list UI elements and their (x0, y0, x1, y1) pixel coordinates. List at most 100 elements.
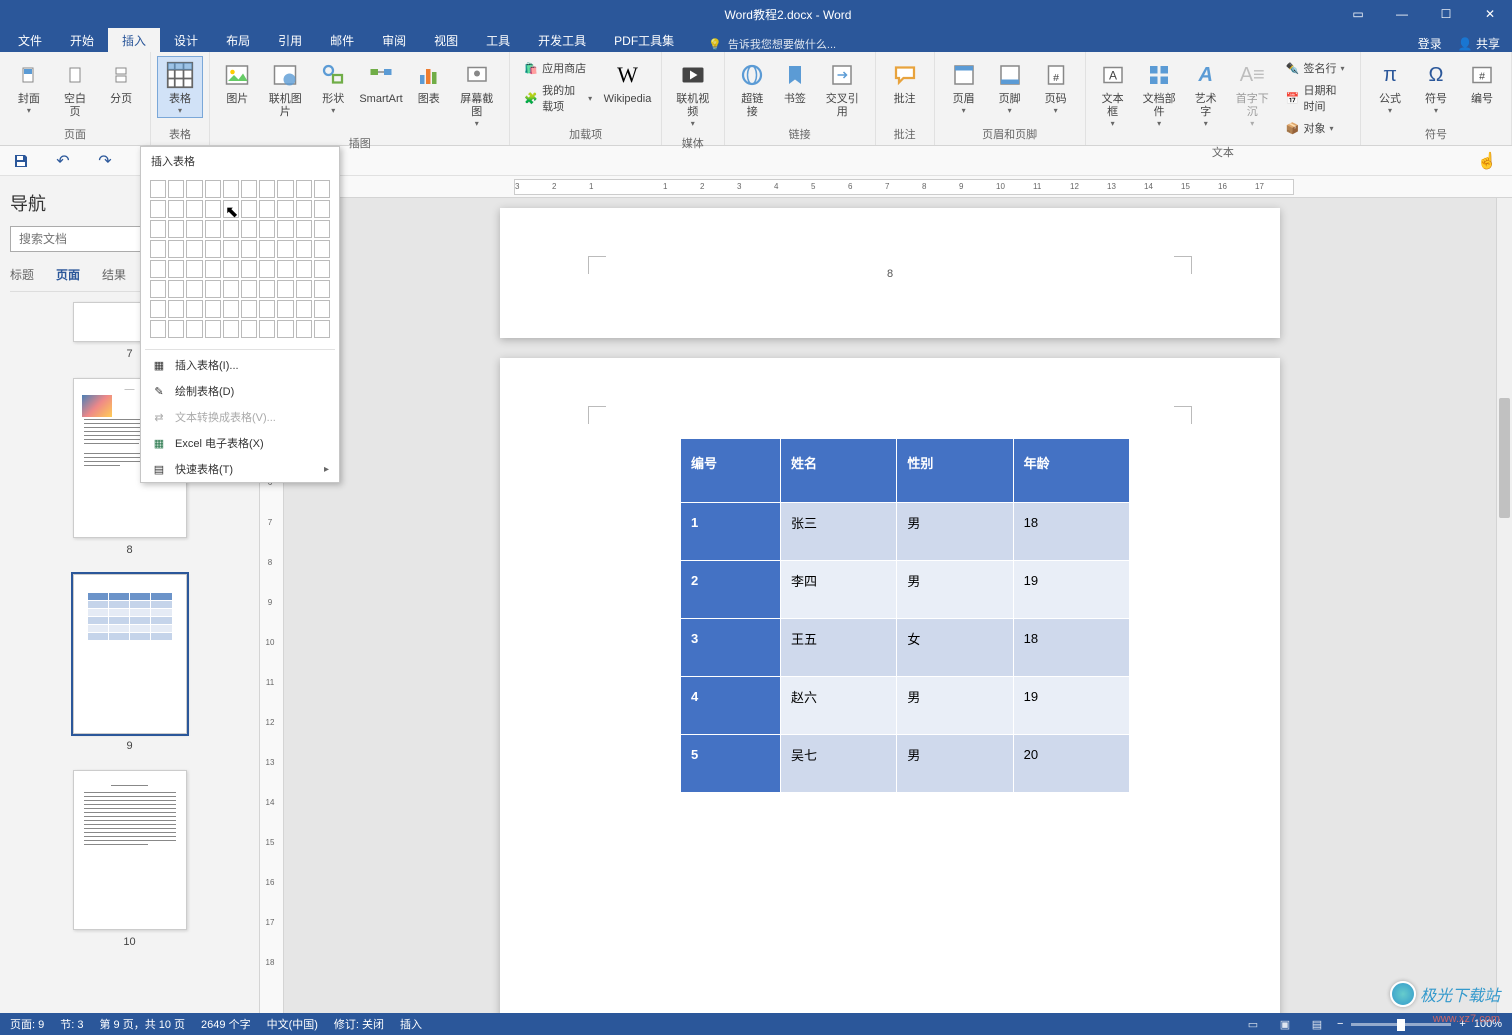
table-grid-cell[interactable] (314, 200, 330, 218)
table-grid-cell[interactable] (296, 220, 312, 238)
table-grid-cell[interactable] (168, 180, 184, 198)
redo-button[interactable]: ↷ (94, 150, 116, 172)
table-grid-cell[interactable] (241, 320, 257, 338)
my-addins-button[interactable]: 🧩我的加载项▾ (520, 80, 596, 116)
tab-file[interactable]: 文件 (4, 28, 56, 52)
table-cell[interactable]: 19 (1013, 677, 1129, 735)
textbox-button[interactable]: A文本框▾ (1092, 56, 1134, 131)
scrollbar-thumb[interactable] (1499, 398, 1510, 518)
table-grid-cell[interactable] (296, 260, 312, 278)
bookmark-button[interactable]: 书签 (774, 56, 816, 109)
table-grid-cell[interactable] (186, 220, 202, 238)
table-header-cell[interactable]: 姓名 (781, 439, 897, 503)
table-grid-cell[interactable] (259, 300, 275, 318)
table-grid-cell[interactable] (259, 180, 275, 198)
wordart-button[interactable]: A艺术字▾ (1185, 56, 1227, 131)
table-grid-cell[interactable] (314, 180, 330, 198)
table-cell[interactable]: 4 (681, 677, 781, 735)
number-button[interactable]: #编号 (1459, 56, 1505, 109)
table-grid-cell[interactable] (168, 240, 184, 258)
table-grid-cell[interactable] (241, 180, 257, 198)
table-header-cell[interactable]: 编号 (681, 439, 781, 503)
store-button[interactable]: 🛍️应用商店 (520, 58, 596, 78)
table-header-cell[interactable]: 年龄 (1013, 439, 1129, 503)
table-grid-cell[interactable] (168, 200, 184, 218)
table-grid-cell[interactable] (296, 280, 312, 298)
table-cell[interactable]: 2 (681, 561, 781, 619)
table-grid-cell[interactable] (150, 240, 166, 258)
table-grid-cell[interactable] (296, 300, 312, 318)
table-grid-cell[interactable] (223, 320, 239, 338)
table-grid-cell[interactable] (241, 260, 257, 278)
table-grid-cell[interactable] (223, 300, 239, 318)
parts-button[interactable]: 文档部件▾ (1134, 56, 1185, 131)
table-cell[interactable]: 王五 (781, 619, 897, 677)
share-button[interactable]: 👤 共享 (1458, 35, 1500, 52)
chart-button[interactable]: 图表 (407, 56, 450, 109)
insert-table-menu[interactable]: ▦插入表格(I)... (141, 352, 339, 378)
navtab-headings[interactable]: 标题 (10, 266, 34, 285)
crossref-button[interactable]: 交叉引用 (816, 56, 869, 122)
table-grid-cell[interactable] (296, 200, 312, 218)
table-grid-cell[interactable] (205, 220, 221, 238)
table-cell[interactable]: 19 (1013, 561, 1129, 619)
table-cell[interactable]: 1 (681, 503, 781, 561)
table-grid-cell[interactable] (223, 260, 239, 278)
undo-button[interactable]: ↶ (52, 150, 74, 172)
nav-thumb[interactable] (73, 770, 187, 930)
table-grid-cell[interactable] (296, 320, 312, 338)
datetime-button[interactable]: 📅日期和时间 (1282, 80, 1350, 116)
minimize-button[interactable]: — (1380, 0, 1424, 28)
tab-design[interactable]: 设计 (160, 28, 212, 52)
table-grid-cell[interactable] (205, 240, 221, 258)
online-picture-button[interactable]: 联机图片 (259, 56, 312, 122)
table-grid-cell[interactable] (241, 240, 257, 258)
table-grid-cell[interactable] (277, 280, 293, 298)
table-grid-cell[interactable] (259, 320, 275, 338)
pagenum-button[interactable]: #页码▾ (1033, 56, 1079, 118)
table-grid-cell[interactable] (186, 300, 202, 318)
table-row[interactable]: 2李四男19 (681, 561, 1130, 619)
status-insert[interactable]: 插入 (400, 1016, 422, 1032)
table-grid-cell[interactable] (314, 240, 330, 258)
zoom-out-button[interactable]: − (1337, 1018, 1343, 1030)
tab-references[interactable]: 引用 (264, 28, 316, 52)
save-button[interactable] (10, 150, 32, 172)
table-grid-cell[interactable] (205, 200, 221, 218)
symbol-button[interactable]: Ω符号▾ (1413, 56, 1459, 118)
page[interactable]: 编号姓名性别年龄 1张三男182李四男193王五女184赵六男195吴七男20 (500, 358, 1280, 1013)
table-grid-cell[interactable] (259, 200, 275, 218)
tab-pdf[interactable]: PDF工具集 (600, 28, 688, 52)
table-cell[interactable]: 吴七 (781, 735, 897, 793)
table-grid-cell[interactable] (168, 300, 184, 318)
table-row[interactable]: 1张三男18 (681, 503, 1130, 561)
table-grid-cell[interactable] (223, 200, 239, 218)
wikipedia-button[interactable]: WWikipedia (600, 56, 655, 109)
table-grid-cell[interactable] (186, 260, 202, 278)
status-lang[interactable]: 中文(中国) (267, 1016, 318, 1032)
login-link[interactable]: 登录 (1418, 35, 1442, 52)
quick-tables-menu[interactable]: ▤快速表格(T)▸ (141, 456, 339, 482)
table-grid-cell[interactable] (241, 220, 257, 238)
table-grid-cell[interactable] (186, 180, 202, 198)
ribbon-display-options-button[interactable]: ▭ (1336, 0, 1380, 28)
table-cell[interactable]: 男 (897, 677, 1013, 735)
table-grid-cell[interactable] (186, 200, 202, 218)
table-grid-cell[interactable] (168, 320, 184, 338)
table-grid-cell[interactable] (259, 260, 275, 278)
online-video-button[interactable]: 联机视频▾ (668, 56, 718, 131)
table-cell[interactable]: 20 (1013, 735, 1129, 793)
tell-me-search[interactable]: 💡 告诉我您想要做什么... (708, 36, 836, 52)
table-header-cell[interactable]: 性别 (897, 439, 1013, 503)
table-grid-cell[interactable] (223, 180, 239, 198)
table-grid-cell[interactable] (186, 240, 202, 258)
table-grid-cell[interactable] (205, 260, 221, 278)
table-grid-cell[interactable] (277, 260, 293, 278)
tab-insert[interactable]: 插入 (108, 28, 160, 52)
dropcap-button[interactable]: A≡首字下沉▾ (1227, 56, 1278, 131)
table-grid-cell[interactable] (223, 220, 239, 238)
table-grid-cell[interactable] (186, 320, 202, 338)
table-grid-cell[interactable] (150, 300, 166, 318)
shapes-button[interactable]: 形状▾ (312, 56, 355, 118)
hyperlink-button[interactable]: 超链接 (731, 56, 774, 122)
